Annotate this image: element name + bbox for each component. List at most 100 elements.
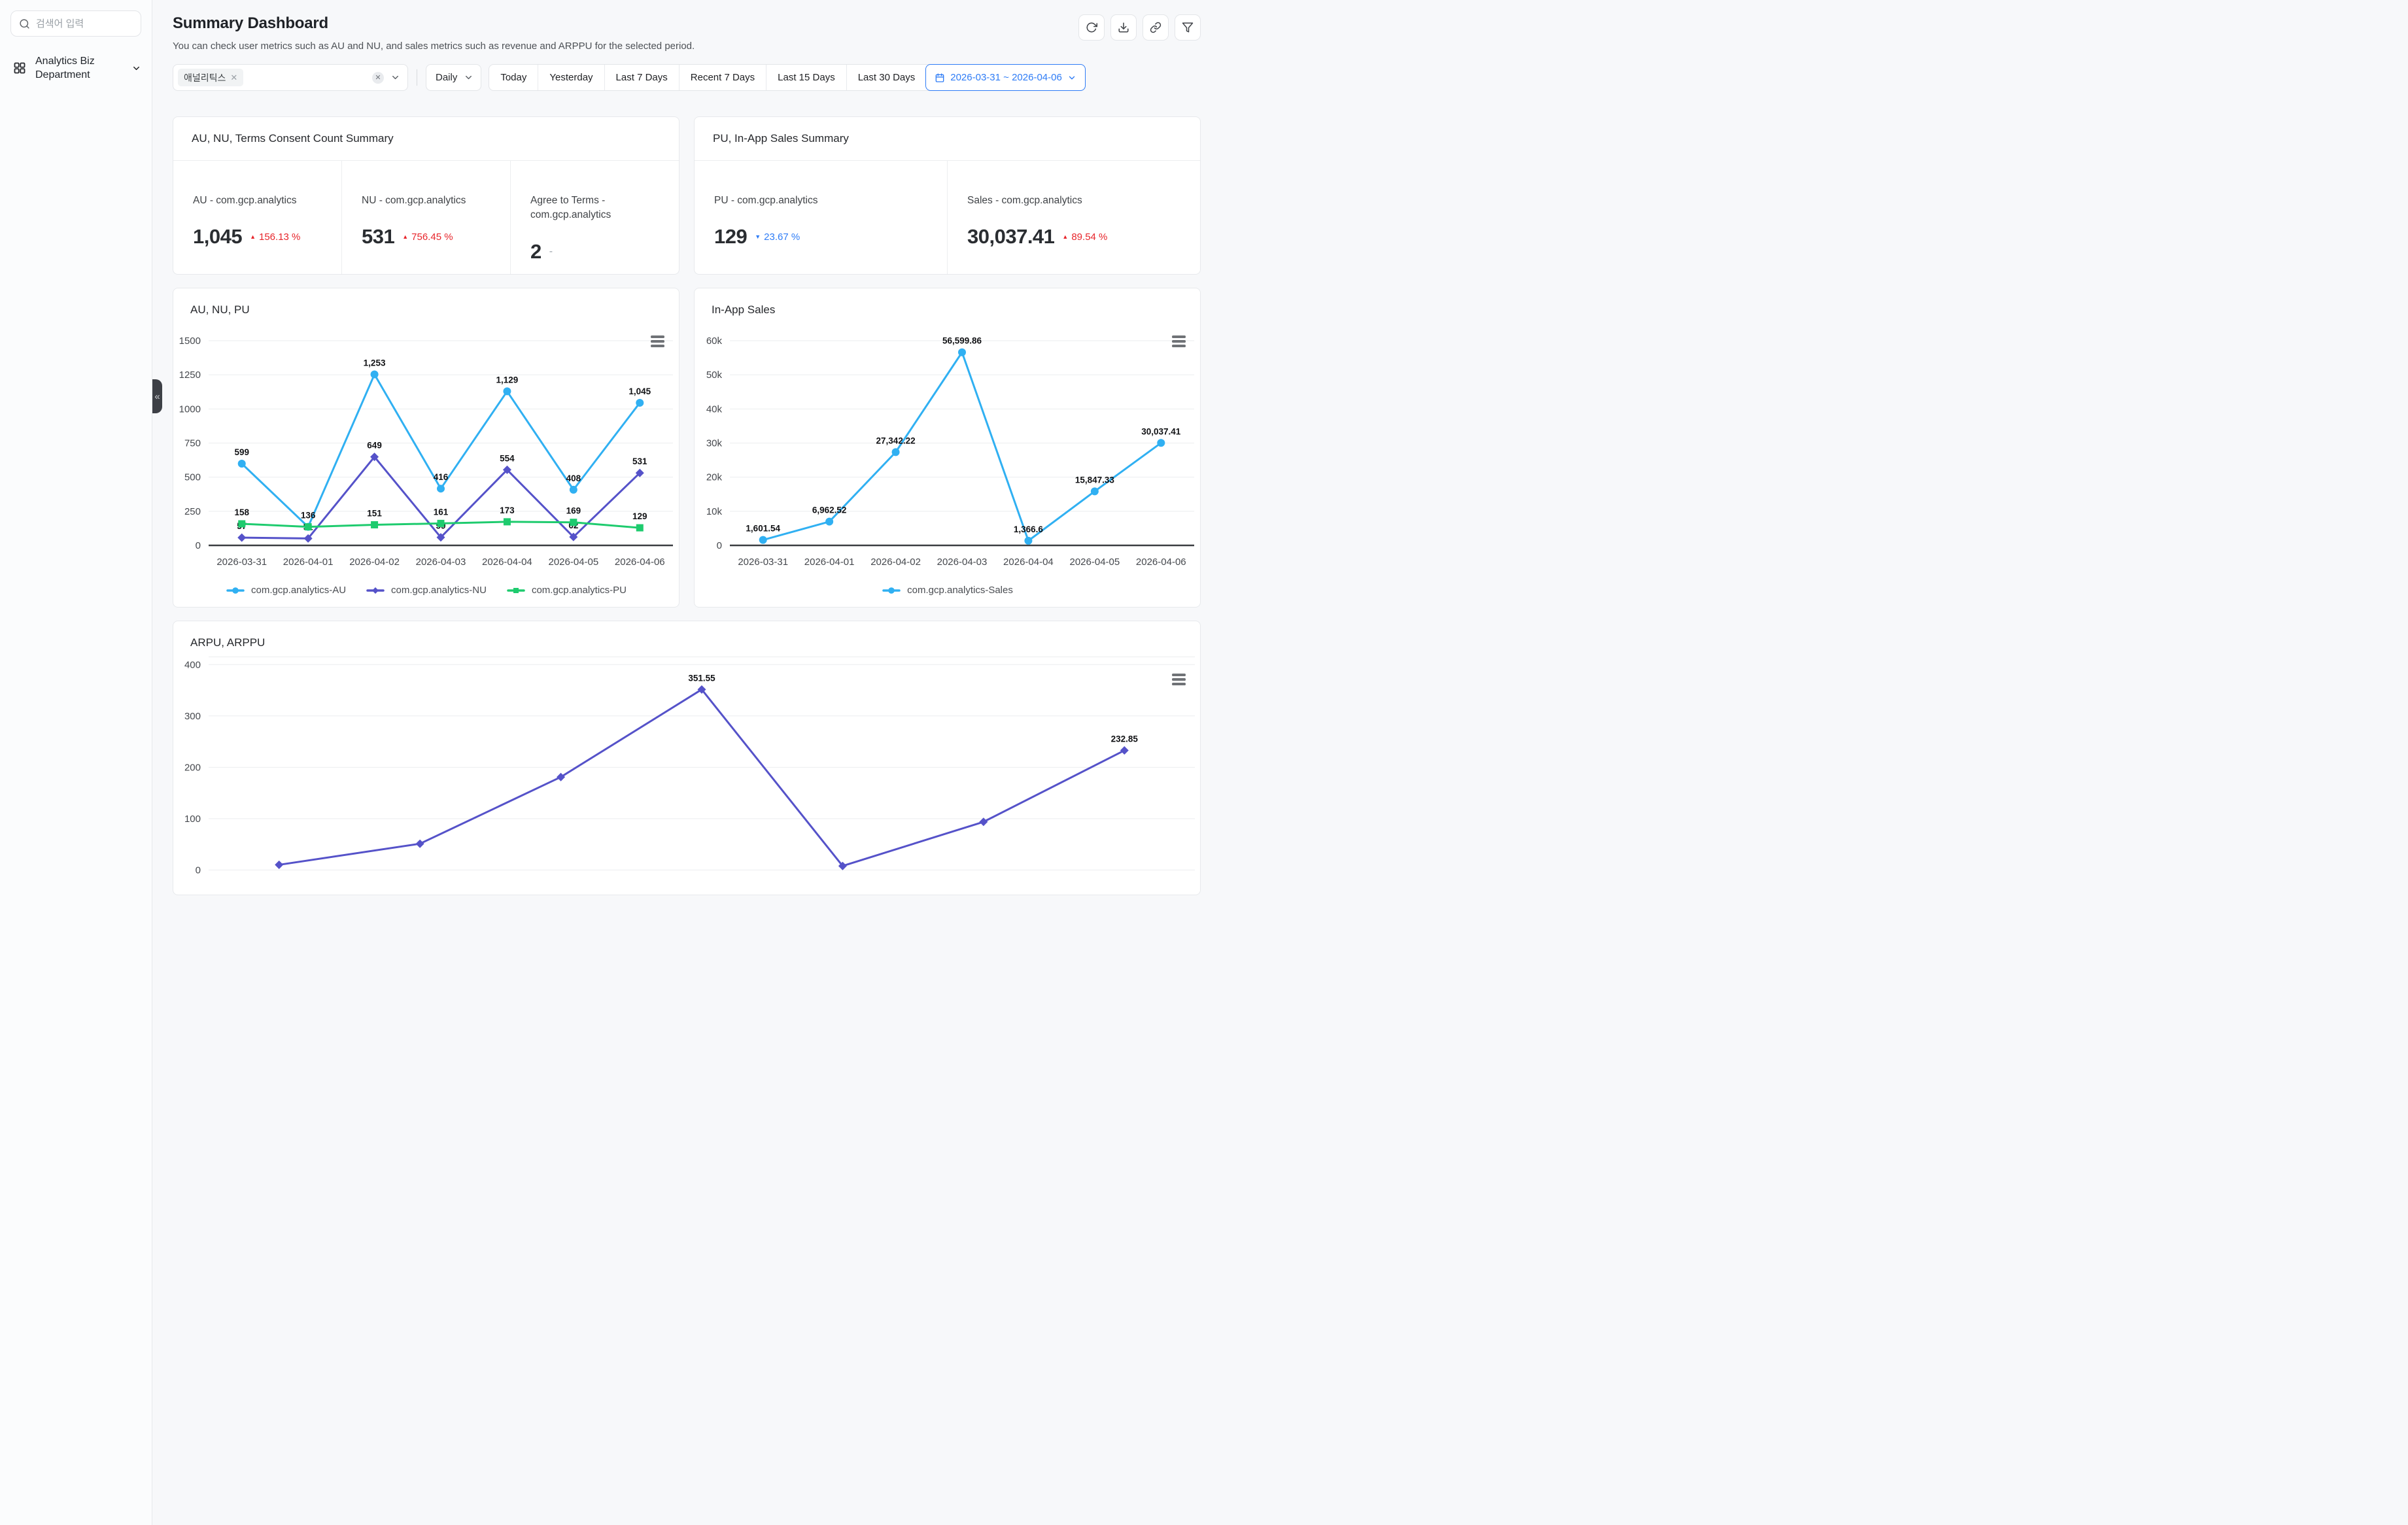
clear-selection-icon[interactable]: ✕ (372, 72, 384, 84)
chart-title: In-App Sales (712, 303, 775, 317)
chart-canvas: 010k20k30k40k50k60k2026-03-312026-04-012… (695, 288, 1200, 570)
chart-title: ARPU, ARPPU (190, 636, 265, 649)
svg-text:300: 300 (184, 711, 201, 722)
metric-cell: Agree to Terms - com.gcp.analytics 2- (510, 161, 679, 274)
sidebar-collapse-handle[interactable]: « (152, 379, 162, 413)
svg-text:2026-04-01: 2026-04-01 (804, 557, 855, 568)
legend-label: com.gcp.analytics-Sales (907, 585, 1013, 596)
legend-marker-icon (366, 586, 385, 595)
svg-text:6,962.52: 6,962.52 (812, 505, 847, 515)
svg-text:10k: 10k (706, 506, 723, 517)
svg-text:2026-04-02: 2026-04-02 (870, 557, 921, 568)
range-button-last-7-days[interactable]: Last 7 Days (604, 65, 679, 90)
page-description: You can check user metrics such as AU an… (173, 41, 695, 52)
app-multiselect[interactable]: 애널리틱스 ✕ ✕ (173, 64, 408, 91)
svg-text:158: 158 (234, 507, 249, 517)
svg-text:2026-04-06: 2026-04-06 (615, 557, 665, 568)
svg-text:2026-04-03: 2026-04-03 (416, 557, 466, 568)
chart-menu-icon[interactable] (1172, 335, 1186, 347)
download-button[interactable] (1110, 14, 1137, 41)
svg-text:20k: 20k (706, 472, 723, 483)
metric-delta: - (549, 246, 553, 258)
svg-text:1250: 1250 (179, 369, 201, 381)
arrow-up-icon: ▲ (250, 234, 256, 240)
filter-icon (1182, 22, 1194, 33)
refresh-icon (1086, 22, 1097, 33)
svg-text:27,342.22: 27,342.22 (876, 436, 916, 445)
svg-text:750: 750 (184, 438, 201, 449)
svg-text:250: 250 (184, 506, 201, 517)
metric-cell: Sales - com.gcp.analytics30,037.41▲89.54… (947, 161, 1200, 274)
summary-card-au-nu-terms: AU, NU, Terms Consent Count Summary AU -… (173, 116, 679, 275)
legend-label: com.gcp.analytics-PU (532, 585, 627, 596)
metric-delta: ▲89.54 % (1062, 231, 1107, 243)
legend-item[interactable]: com.gcp.analytics-NU (366, 585, 487, 596)
page-header: Summary Dashboard You can check user met… (173, 14, 1201, 52)
svg-text:173: 173 (500, 505, 515, 515)
svg-text:2026-04-04: 2026-04-04 (1003, 557, 1054, 568)
metric-value: 129 (714, 225, 747, 248)
legend-label: com.gcp.analytics-AU (251, 585, 346, 596)
chart-menu-icon[interactable] (1172, 674, 1186, 685)
metric-value: 2 (530, 240, 542, 264)
range-button-recent-7-days[interactable]: Recent 7 Days (679, 65, 766, 90)
page-title: Summary Dashboard (173, 14, 695, 33)
range-button-last-15-days[interactable]: Last 15 Days (766, 65, 846, 90)
svg-text:129: 129 (632, 511, 647, 521)
svg-text:2026-04-01: 2026-04-01 (283, 557, 334, 568)
svg-text:0: 0 (196, 540, 201, 551)
chevron-down-icon (1067, 73, 1076, 82)
chart-canvas: 02505007501000125015002026-03-312026-04-… (173, 288, 679, 570)
svg-text:408: 408 (566, 473, 581, 483)
svg-text:2026-04-02: 2026-04-02 (349, 557, 400, 568)
svg-text:2026-04-06: 2026-04-06 (1136, 557, 1186, 568)
legend-item[interactable]: com.gcp.analytics-AU (226, 585, 346, 596)
multiselect-controls: ✕ (372, 72, 400, 84)
svg-text:40k: 40k (706, 403, 723, 415)
legend-item[interactable]: com.gcp.analytics-PU (506, 585, 627, 596)
sidebar-item-department[interactable]: Analytics Biz Department (0, 54, 152, 82)
arrow-up-icon: ▲ (402, 234, 408, 240)
metric-label: Agree to Terms - com.gcp.analytics (530, 194, 664, 223)
svg-text:1000: 1000 (179, 403, 201, 415)
granularity-select[interactable]: Daily (426, 64, 481, 91)
filter-button[interactable] (1175, 14, 1201, 41)
refresh-button[interactable] (1078, 14, 1105, 41)
svg-text:2026-04-05: 2026-04-05 (1069, 557, 1120, 568)
calendar-icon (935, 73, 945, 83)
tag-label: 애널리틱스 (184, 71, 226, 84)
chart-body: 010k20k30k40k50k60k2026-03-312026-04-012… (695, 288, 1200, 607)
metric-label: PU - com.gcp.analytics (714, 194, 933, 208)
search-input[interactable] (36, 18, 133, 29)
range-button-last-30-days[interactable]: Last 30 Days (846, 65, 927, 90)
link-icon (1150, 22, 1161, 33)
range-button-today[interactable]: Today (489, 65, 538, 90)
tag-remove-icon[interactable]: ✕ (230, 73, 237, 83)
summary-card-pu-sales: PU, In-App Sales Summary PU - com.gcp.an… (694, 116, 1201, 275)
filter-bar: 애널리틱스 ✕ ✕ Daily TodayYesterdayLast 7 Day… (173, 64, 1201, 91)
svg-text:50k: 50k (706, 369, 723, 381)
sidebar-search[interactable] (10, 10, 141, 37)
arrow-down-icon: ▼ (755, 234, 761, 240)
svg-text:2026-03-31: 2026-03-31 (738, 557, 788, 568)
svg-text:554: 554 (500, 453, 515, 463)
card-title: AU, NU, Terms Consent Count Summary (173, 117, 679, 161)
copy-link-button[interactable] (1143, 14, 1169, 41)
legend-item[interactable]: com.gcp.analytics-Sales (882, 585, 1013, 596)
metric-value: 531 (362, 225, 394, 248)
date-range-button[interactable]: 2026-03-31 ~ 2026-04-06 (925, 64, 1086, 91)
metric-delta: ▲756.45 % (402, 231, 453, 243)
chevron-down-icon (131, 63, 141, 73)
svg-text:599: 599 (234, 447, 249, 457)
svg-text:151: 151 (367, 508, 382, 518)
svg-text:500: 500 (184, 472, 201, 483)
svg-text:30,037.41: 30,037.41 (1141, 426, 1181, 436)
chart-legend: com.gcp.analytics-AU com.gcp.analytics-NU… (173, 585, 679, 596)
svg-text:1,253: 1,253 (364, 358, 386, 368)
chart-title: AU, NU, PU (190, 303, 250, 317)
chart-card-arpu-arppu: ARPU, ARPPU 4003002001000351.55232.85 (173, 621, 1201, 895)
range-button-yesterday[interactable]: Yesterday (538, 65, 604, 90)
charts-row: AU, NU, PU 02505007501000125015002026-03… (173, 288, 1201, 608)
card-title: PU, In-App Sales Summary (695, 117, 1200, 161)
chart-menu-icon[interactable] (651, 335, 664, 347)
